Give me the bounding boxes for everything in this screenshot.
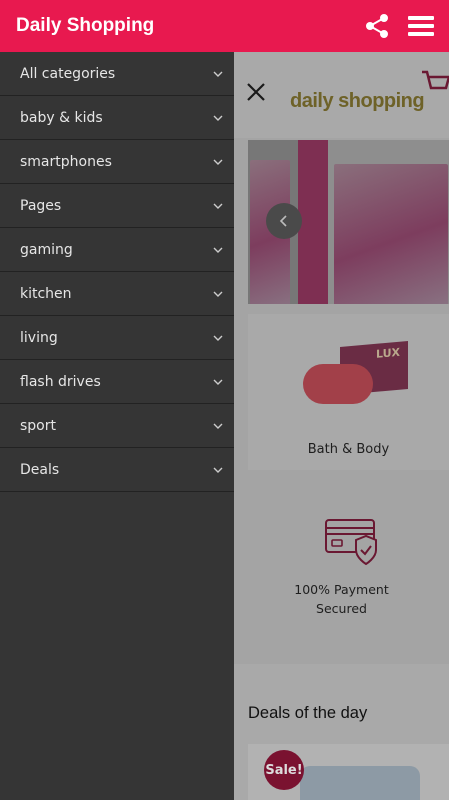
payment-line-1: 100% Payment xyxy=(294,582,389,597)
app-title: Daily Shopping xyxy=(16,15,155,36)
navigation-drawer: All categories baby & kids smartphones P… xyxy=(0,52,234,800)
drawer-item-label: living xyxy=(20,329,58,346)
drawer-item-living[interactable]: living xyxy=(0,316,234,360)
category-card-bath-body[interactable]: LUX Bath & Body xyxy=(248,314,449,470)
drawer-item-sport[interactable]: sport xyxy=(0,404,234,448)
soap-brand-label: LUX xyxy=(375,345,400,361)
drawer-item-deals[interactable]: Deals xyxy=(0,448,234,492)
drawer-item-label: Pages xyxy=(20,197,62,214)
drawer-item-label: Deals xyxy=(20,461,60,478)
site-logo[interactable]: daily shopping xyxy=(290,90,425,113)
drawer-item-label: flash drives xyxy=(20,373,101,390)
chevron-down-icon xyxy=(212,112,224,124)
chevron-down-icon xyxy=(212,420,224,432)
slider-prev-button[interactable] xyxy=(266,203,302,239)
payment-secured-badge: 100% Payment Secured xyxy=(234,490,449,664)
drawer-item-gaming[interactable]: gaming xyxy=(0,228,234,272)
chevron-down-icon xyxy=(212,68,224,80)
drawer-item-flash-drives[interactable]: flash drives xyxy=(0,360,234,404)
drawer-item-baby-kids[interactable]: baby & kids xyxy=(0,96,234,140)
chevron-down-icon xyxy=(212,200,224,212)
deal-product-image xyxy=(300,766,420,800)
payment-line-2: Secured xyxy=(316,601,367,616)
logo-bar: daily shopping xyxy=(234,52,449,138)
drawer-item-label: smartphones xyxy=(20,153,112,170)
secure-payment-icon xyxy=(325,519,377,566)
drawer-item-kitchen[interactable]: kitchen xyxy=(0,272,234,316)
drawer-item-label: All categories xyxy=(20,65,116,82)
drawer-item-label: sport xyxy=(20,417,56,434)
drawer-item-all-categories[interactable]: All categories xyxy=(0,52,234,96)
drawer-item-pages[interactable]: Pages xyxy=(0,184,234,228)
category-caption: Bath & Body xyxy=(307,442,390,457)
cart-logo-icon xyxy=(422,70,449,90)
app-bar: Daily Shopping xyxy=(0,0,449,52)
chevron-down-icon xyxy=(212,464,224,476)
deals-title: Deals of the day xyxy=(248,704,368,722)
chevron-down-icon xyxy=(212,288,224,300)
hamburger-menu-icon xyxy=(408,16,434,36)
share-button[interactable] xyxy=(355,0,399,52)
close-icon[interactable] xyxy=(244,80,268,104)
chevron-left-icon xyxy=(279,215,287,227)
drawer-item-label: gaming xyxy=(20,241,73,258)
hero-slider[interactable] xyxy=(248,140,449,304)
drawer-item-label: kitchen xyxy=(20,285,72,302)
chevron-down-icon xyxy=(212,332,224,344)
deals-section: Deals of the day Sale! xyxy=(234,664,449,800)
menu-button[interactable] xyxy=(399,0,443,52)
main-page-content: daily shopping LUX Bath & Body 100% Paym… xyxy=(234,52,449,800)
sale-badge: Sale! xyxy=(264,750,304,790)
chevron-down-icon xyxy=(212,376,224,388)
deal-card[interactable]: Sale! xyxy=(248,744,449,800)
soap-image xyxy=(303,364,373,404)
payment-text: 100% Payment Secured xyxy=(234,580,449,618)
chevron-down-icon xyxy=(212,156,224,168)
drawer-item-smartphones[interactable]: smartphones xyxy=(0,140,234,184)
drawer-item-label: baby & kids xyxy=(20,109,103,126)
share-icon xyxy=(366,14,388,38)
phone-image-main xyxy=(328,140,449,304)
chevron-down-icon xyxy=(212,244,224,256)
